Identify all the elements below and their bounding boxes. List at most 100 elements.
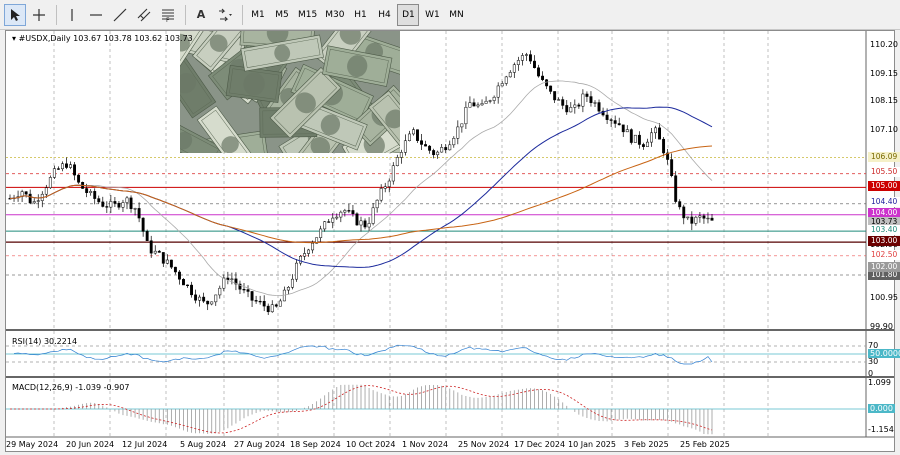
vertical-line-button[interactable]	[61, 4, 83, 26]
candle	[278, 298, 282, 307]
macd-axis-label: -1.154	[868, 425, 894, 434]
candle	[339, 210, 343, 223]
candle	[444, 144, 448, 154]
timeframe-w1-button[interactable]: W1	[421, 4, 443, 26]
candle	[206, 300, 210, 311]
candle	[637, 131, 641, 149]
candle	[121, 199, 125, 212]
timeframe-h1-button[interactable]: H1	[349, 4, 371, 26]
candle	[706, 212, 710, 224]
candle	[629, 128, 633, 145]
date-axis-label: 12 Jul 2024	[122, 440, 168, 449]
candle	[101, 196, 105, 208]
candle	[250, 290, 254, 308]
candle	[246, 285, 250, 298]
fibonacci-button[interactable]: F	[157, 4, 179, 26]
candle	[218, 285, 222, 299]
candle	[456, 120, 460, 145]
chart-window[interactable]: ▾ #USDX,Daily 103.67 103.78 103.62 103.7…	[5, 30, 900, 452]
candle	[113, 197, 117, 208]
date-axis-label: 1 Nov 2024	[402, 440, 449, 449]
equidistant-channel-button[interactable]	[133, 4, 155, 26]
candle	[597, 99, 601, 114]
macd-label: MACD(12,26,9) -1.039 -0.907	[12, 383, 130, 392]
candle	[16, 190, 20, 202]
timeframe-h4-button[interactable]: H4	[373, 4, 395, 26]
candle	[569, 102, 573, 113]
candle	[504, 75, 508, 86]
candle	[210, 301, 214, 306]
date-axis-label: 25 Nov 2024	[458, 440, 510, 449]
candle	[105, 201, 109, 214]
crosshair-tool-button[interactable]	[28, 4, 50, 26]
candle	[331, 213, 335, 229]
candle	[60, 161, 64, 172]
cursor-tool-button[interactable]	[4, 3, 26, 26]
trendline-button[interactable]	[109, 4, 131, 26]
candle	[182, 278, 185, 286]
timeframe-m30-button[interactable]: M30	[322, 4, 347, 26]
price-tag: 105.00	[868, 181, 900, 191]
candle	[258, 295, 262, 305]
toolbar-separator	[56, 4, 57, 25]
candle	[149, 235, 153, 258]
candle	[73, 161, 77, 181]
candle	[524, 52, 528, 61]
candle	[262, 295, 266, 312]
horizontal-line-button[interactable]	[85, 4, 107, 26]
candle	[472, 98, 476, 107]
candle	[480, 99, 484, 106]
candle	[36, 194, 40, 209]
trendline-icon	[113, 8, 127, 21]
candle	[343, 208, 347, 217]
candle	[214, 294, 218, 306]
candle	[40, 191, 44, 208]
arrow-shapes-icon	[219, 8, 232, 21]
candle	[141, 217, 145, 237]
candle	[363, 218, 367, 230]
candle	[173, 266, 177, 275]
candle	[254, 295, 258, 304]
candle	[387, 178, 391, 193]
candle	[545, 78, 549, 90]
candle	[157, 250, 161, 253]
candle	[97, 195, 101, 204]
timeframe-mn-button[interactable]: MN	[445, 4, 467, 26]
timeframe-d1-button[interactable]: D1	[397, 3, 420, 26]
text-tool-button[interactable]: A	[190, 4, 212, 26]
candle	[319, 225, 323, 242]
candle	[589, 91, 593, 107]
chart-canvas[interactable]	[6, 31, 894, 451]
rsi-line	[13, 344, 713, 365]
dollar-bills-image	[180, 31, 400, 153]
candle	[294, 259, 298, 282]
candle	[274, 303, 278, 308]
candle	[222, 274, 226, 292]
candle	[399, 149, 403, 164]
cursor-icon	[11, 8, 20, 21]
candle	[633, 134, 637, 143]
arrow-shapes-button[interactable]	[214, 4, 236, 26]
candle	[448, 140, 452, 151]
date-axis-label: 25 Feb 2025	[680, 440, 730, 449]
candle	[270, 300, 274, 313]
symbol-line: #USDX,Daily 103.67 103.78 103.62 103.73	[18, 34, 193, 43]
candle	[238, 280, 242, 295]
timeframe-m1-button[interactable]: M1	[247, 4, 269, 26]
candle	[190, 281, 194, 298]
fibonacci-icon: F	[162, 9, 174, 22]
candle	[533, 55, 536, 69]
candle	[670, 153, 674, 178]
date-axis-label: 29 May 2024	[6, 440, 59, 449]
candle	[407, 130, 411, 142]
symbol-info: ▾ #USDX,Daily 103.67 103.78 103.62 103.7…	[12, 34, 193, 43]
candle	[186, 284, 189, 288]
timeframe-m5-button[interactable]: M5	[271, 4, 293, 26]
timeframe-m15-button[interactable]: M15	[295, 4, 320, 26]
candle	[428, 145, 432, 154]
candle	[77, 174, 81, 184]
symbol-dropdown-icon[interactable]: ▾	[12, 34, 16, 43]
macd-axis-label: 0.000	[868, 404, 895, 413]
price-tag: 105.50	[868, 167, 900, 177]
candle	[484, 96, 488, 104]
